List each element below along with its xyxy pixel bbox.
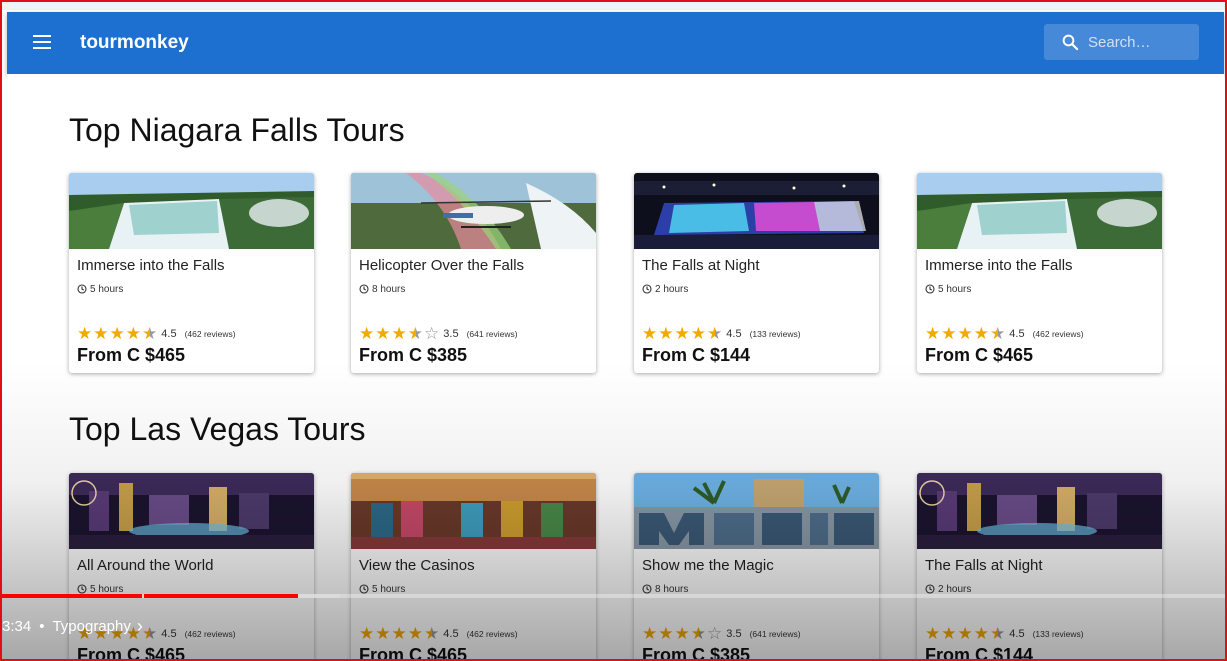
tour-title[interactable]: Immerse into the Falls — [925, 257, 1073, 274]
tour-image[interactable] — [69, 173, 314, 249]
review-count[interactable]: (462 reviews) — [185, 329, 236, 339]
tour-title[interactable]: Immerse into the Falls — [77, 257, 225, 274]
review-count[interactable]: (462 reviews) — [467, 629, 518, 639]
clock-icon — [925, 284, 938, 295]
search-icon — [1062, 34, 1079, 51]
rating-value: 3.5 — [726, 628, 742, 640]
star-rating-icon: ★★★★★ — [359, 624, 441, 643]
tour-card[interactable]: Immerse into the Falls 5 hours ★★★★★ 4.5 (4… — [69, 173, 314, 373]
tour-duration: 5 hours — [77, 284, 123, 295]
review-count[interactable]: (462 reviews) — [185, 629, 236, 639]
duration-text: 2 hours — [655, 284, 689, 295]
main-content: Top Niagara Falls Tours Immerse into the… — [7, 74, 1224, 661]
section-title-niagara: Top Niagara Falls Tours — [69, 112, 405, 148]
separator-dot: • — [39, 618, 45, 635]
chapter-title[interactable]: Typography — [52, 618, 130, 635]
tour-price: From C $465 — [77, 345, 186, 365]
app-bar: tourmonkey — [7, 12, 1224, 74]
duration-text: 5 hours — [938, 284, 972, 295]
video-frame: tourmonkey Top Niagara Falls Tours Immer… — [0, 0, 1227, 661]
clock-icon — [77, 284, 90, 295]
review-count[interactable]: (462 reviews) — [1033, 329, 1084, 339]
tour-image[interactable] — [917, 473, 1162, 549]
tour-title[interactable]: Helicopter Over the Falls — [359, 257, 524, 274]
tour-card[interactable]: View the Casinos 5 hours ★★★★★ 4.5 (462 rev… — [351, 473, 596, 661]
rating-value: 4.5 — [161, 328, 177, 340]
tour-price: From C $144 — [925, 645, 1034, 661]
tour-rating: ★★★★★ 4.5 (462 reviews) — [359, 624, 518, 644]
tour-duration: 5 hours — [925, 284, 971, 295]
tour-title[interactable]: The Falls at Night — [925, 557, 1043, 574]
tour-title[interactable]: The Falls at Night — [642, 257, 760, 274]
tour-rating: ★★★★★ 4.5 (462 reviews) — [925, 324, 1084, 344]
star-rating-icon: ★★★★☆ — [642, 624, 724, 643]
star-rating-icon: ★★★★★ — [77, 324, 159, 343]
chevron-right-icon[interactable]: › — [137, 616, 143, 636]
tour-card[interactable]: Immerse into the Falls 5 hours ★★★★★ 4.5 (4… — [917, 173, 1162, 373]
tour-card[interactable]: Show me the Magic 8 hours ★★★★☆ 3.5 (641 re… — [634, 473, 879, 661]
clock-icon — [359, 284, 372, 295]
star-rating-icon: ★★★★☆ — [359, 324, 441, 343]
clock-icon — [642, 284, 655, 295]
tour-price: From C $144 — [642, 345, 751, 365]
tour-rating: ★★★★★ 4.5 (462 reviews) — [77, 324, 236, 344]
search-input[interactable] — [1088, 31, 1188, 53]
duration-text: 5 hours — [90, 284, 124, 295]
video-timestamp: 3:34 — [2, 618, 32, 635]
tour-price: From C $465 — [925, 345, 1034, 365]
tour-duration: 2 hours — [642, 284, 688, 295]
tour-card[interactable]: The Falls at Night 2 hours ★★★★★ 4.5 (133 r… — [634, 173, 879, 373]
tour-price: From C $465 — [77, 645, 186, 661]
tour-row-vegas: All Around the World 5 hours ★★★★★ 4.5 (462… — [69, 473, 1169, 661]
star-rating-icon: ★★★★★ — [925, 624, 1007, 643]
tour-image[interactable] — [634, 473, 879, 549]
brand-title[interactable]: tourmonkey — [80, 32, 189, 54]
tour-duration: 8 hours — [359, 284, 405, 295]
browser-toolbar — [2, 2, 1225, 10]
tour-image[interactable] — [917, 173, 1162, 249]
chapter-marker — [142, 594, 144, 598]
review-count[interactable]: (133 reviews) — [750, 329, 801, 339]
review-count[interactable]: (641 reviews) — [750, 629, 801, 639]
tour-rating: ★★★★★ 4.5 (133 reviews) — [925, 624, 1084, 644]
tour-title[interactable]: All Around the World — [77, 557, 213, 574]
rating-value: 4.5 — [161, 628, 177, 640]
tour-title[interactable]: View the Casinos — [359, 557, 475, 574]
review-count[interactable]: (133 reviews) — [1033, 629, 1084, 639]
rating-value: 4.5 — [443, 628, 459, 640]
tour-rating: ★★★★☆ 3.5 (641 reviews) — [642, 624, 801, 644]
rating-value: 4.5 — [1009, 328, 1025, 340]
rating-value: 4.5 — [726, 328, 742, 340]
rating-value: 3.5 — [443, 328, 459, 340]
tour-price: From C $465 — [359, 645, 468, 661]
star-rating-icon: ★★★★★ — [925, 324, 1007, 343]
tour-title[interactable]: Show me the Magic — [642, 557, 774, 574]
tour-image[interactable] — [69, 473, 314, 549]
tour-image[interactable] — [351, 173, 596, 249]
duration-text: 8 hours — [372, 284, 406, 295]
tour-image[interactable] — [351, 473, 596, 549]
review-count[interactable]: (641 reviews) — [467, 329, 518, 339]
tour-price: From C $385 — [359, 345, 468, 365]
tour-price: From C $385 — [642, 645, 751, 661]
video-progress-fill[interactable] — [2, 594, 298, 598]
tour-rating: ★★★★★ 4.5 (133 reviews) — [642, 324, 801, 344]
rating-value: 4.5 — [1009, 628, 1025, 640]
section-title-vegas: Top Las Vegas Tours — [69, 411, 366, 447]
search-box[interactable] — [1044, 24, 1199, 60]
tour-rating: ★★★★☆ 3.5 (641 reviews) — [359, 324, 518, 344]
tour-card[interactable]: Helicopter Over the Falls 8 hours ★★★★☆ 3.… — [351, 173, 596, 373]
video-controls: 3:34 • Typography › — [2, 616, 143, 637]
tour-row-niagara: Immerse into the Falls 5 hours ★★★★★ 4.5 (4… — [69, 173, 1169, 373]
tour-card[interactable]: The Falls at Night 2 hours ★★★★★ 4.5 (133 r… — [917, 473, 1162, 661]
star-rating-icon: ★★★★★ — [642, 324, 724, 343]
menu-icon[interactable] — [33, 35, 51, 51]
tour-image[interactable] — [634, 173, 879, 249]
